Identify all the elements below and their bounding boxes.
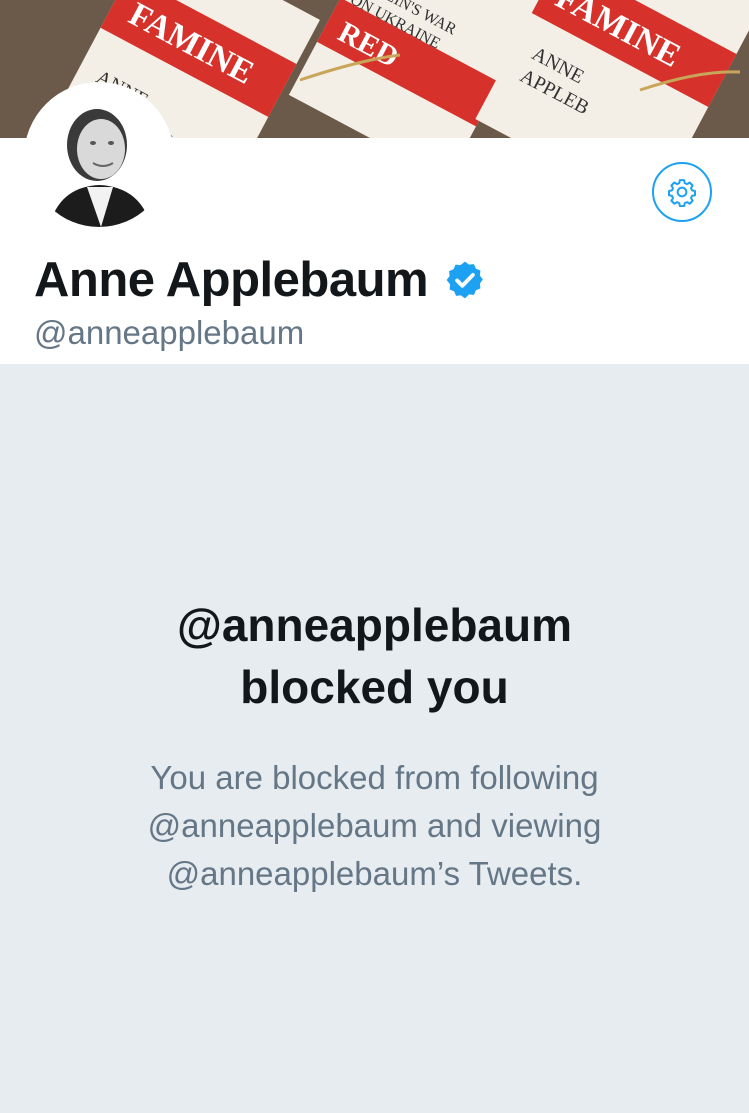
settings-button[interactable] [652,162,712,222]
profile-name-row: Anne Applebaum [34,250,486,310]
gear-icon [668,179,696,207]
display-name: Anne Applebaum [34,253,429,307]
blocked-message: You are blocked from following @anneappl… [0,754,749,898]
blocked-message-line: @anneapplebaum’s Tweets. [166,855,583,892]
avatar-photo [29,87,169,227]
blocked-title-handle: @anneapplebaum [176,599,573,651]
avatar[interactable] [24,82,174,232]
blocked-message-line: You are blocked from following [150,759,599,796]
profile-handle: @anneapplebaum [34,314,305,351]
blocked-title: @anneapplebaum blocked you [0,594,749,718]
verified-badge-icon [444,259,486,301]
blocked-message-line: @anneapplebaum and viewing [147,807,602,844]
blocked-title-text: blocked you [240,661,509,713]
